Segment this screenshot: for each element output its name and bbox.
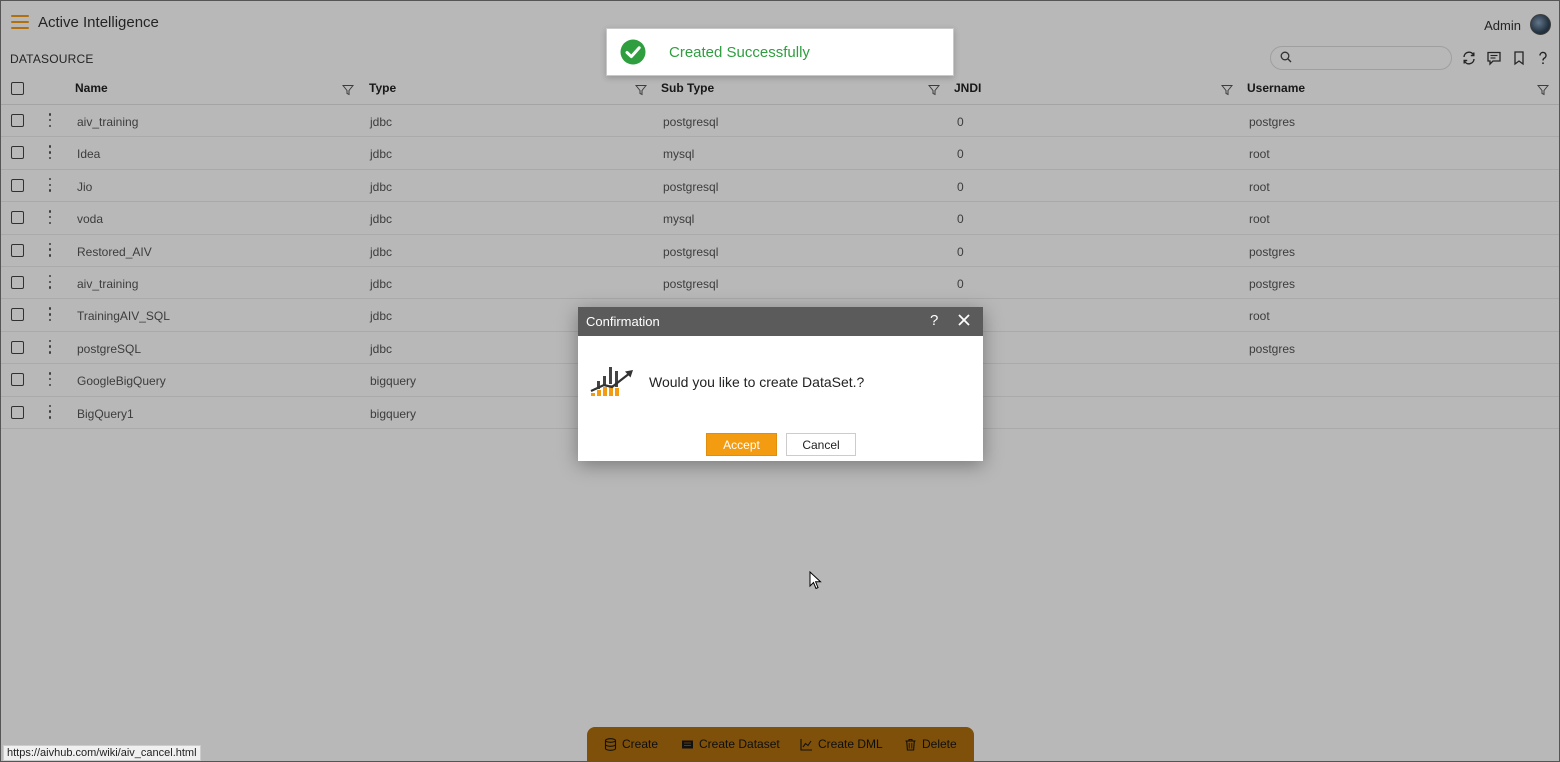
dialog-header: Confirmation ? (578, 307, 983, 336)
aiv-logo-icon (590, 367, 633, 396)
toast-message: Created Successfully (669, 44, 810, 61)
status-bar-url: https://aivhub.com/wiki/aiv_cancel.html (3, 745, 201, 761)
success-toast: Created Successfully (606, 28, 954, 76)
dialog-title: Confirmation (586, 314, 660, 329)
close-icon[interactable] (957, 313, 971, 327)
accept-button[interactable]: Accept (706, 433, 777, 456)
dialog-message: Would you like to create DataSet.? (649, 374, 865, 390)
check-circle-icon (620, 39, 646, 65)
confirmation-dialog: Confirmation ? Would you like to create … (578, 307, 983, 461)
mouse-cursor-icon (809, 571, 822, 590)
app-window: Active Intelligence Admin DATASOURCE Nam… (1, 1, 1559, 761)
dialog-help-icon[interactable]: ? (930, 312, 938, 329)
cancel-button[interactable]: Cancel (786, 433, 856, 456)
